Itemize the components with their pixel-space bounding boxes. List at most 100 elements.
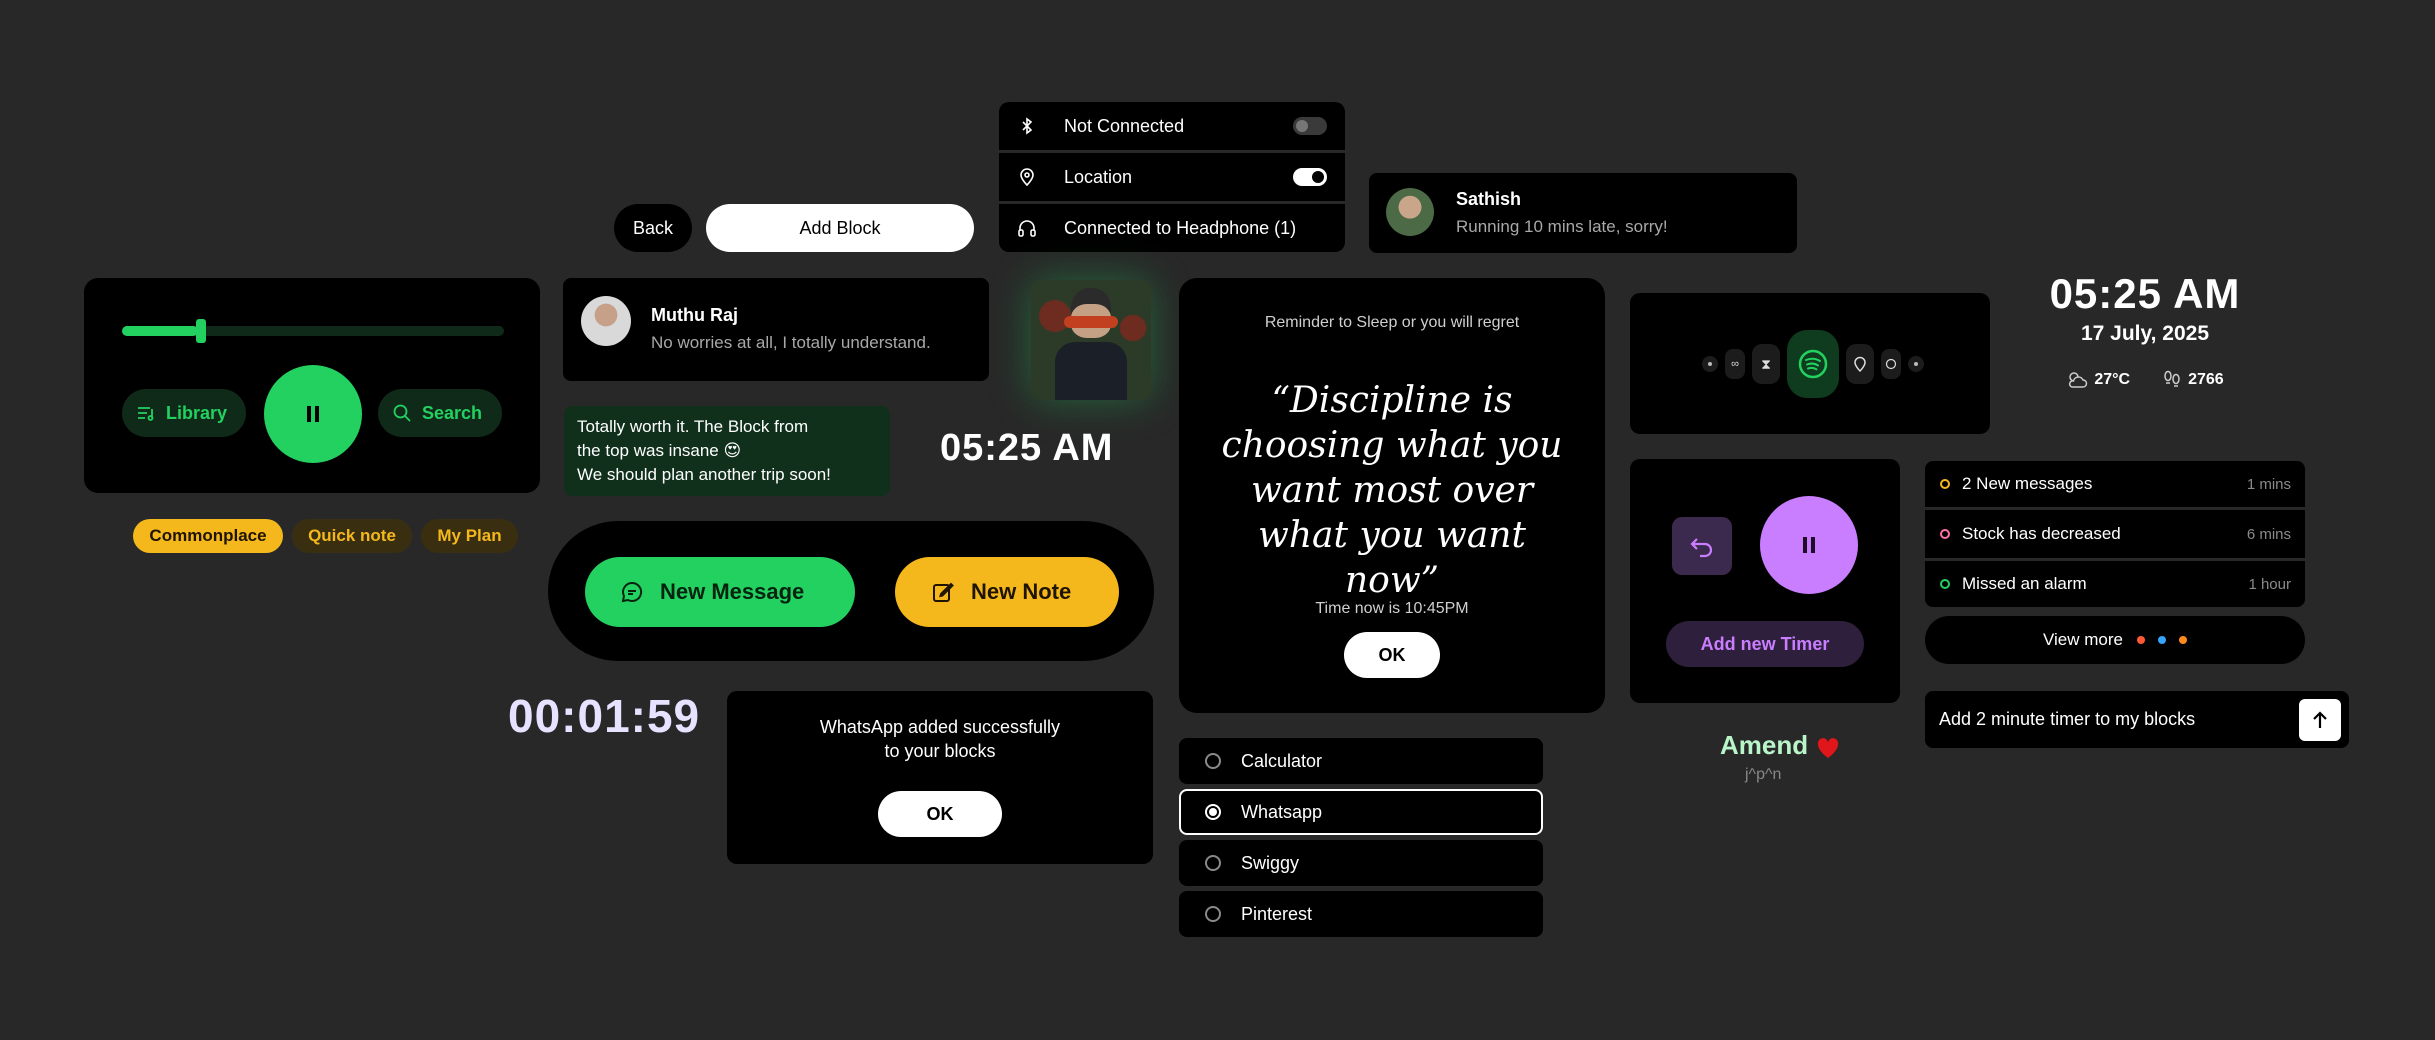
app-option-swiggy[interactable]: Swiggy: [1179, 840, 1543, 886]
quote-text: “Discipline is choosing what you want mo…: [1221, 380, 1563, 601]
tag-commonplace[interactable]: Commonplace: [133, 519, 283, 553]
search-icon: [392, 403, 412, 423]
amend-subtitle: j^p^n: [1745, 766, 1782, 783]
clock-date: 17 July, 2025: [2080, 322, 2210, 345]
headphone-row[interactable]: Connected to Headphone (1): [999, 204, 1345, 252]
note-line-1: Totally worth it. The Block from: [577, 417, 809, 436]
radio-icon: [1205, 906, 1221, 922]
weather-icon: [2066, 370, 2088, 390]
back-button[interactable]: Back: [614, 204, 692, 252]
tag-my-plan[interactable]: My Plan: [421, 519, 518, 553]
clock-large: 05:25 AM 17 July, 2025 27°C 2766: [2030, 270, 2260, 390]
new-note-label: New Note: [971, 579, 1072, 604]
list-item[interactable]: 2 New messages 1 mins: [1925, 461, 2305, 507]
location-toggle[interactable]: [1293, 168, 1327, 186]
headphone-icon: [1017, 218, 1037, 238]
sender-name: Muthu Raj: [651, 305, 738, 325]
notification-message: Running 10 mins late, sorry!: [1456, 217, 1668, 236]
list-item[interactable]: Stock has decreased 6 mins: [1925, 510, 2305, 558]
location-pin-icon: [1017, 167, 1037, 187]
app-option-calculator[interactable]: Calculator: [1179, 738, 1543, 784]
connectivity-panel: Not Connected Location Connected to Head…: [999, 102, 1345, 252]
note-line-2: the top was insane 😍: [577, 441, 742, 460]
notification-time: 6 mins: [2246, 525, 2291, 543]
location-row[interactable]: Location: [999, 153, 1345, 201]
prompt-input[interactable]: Add 2 minute timer to my blocks: [1939, 709, 2299, 730]
message-card[interactable]: Muthu Raj No worries at all, I totally u…: [563, 278, 989, 381]
green-note: Totally worth it. The Block from the top…: [564, 406, 890, 496]
reminder-header: Reminder to Sleep or you will regret: [1264, 314, 1520, 331]
list-item[interactable]: Missed an alarm 1 hour: [1925, 561, 2305, 607]
hourglass-icon[interactable]: ⧗: [1752, 344, 1780, 384]
prompt-input-bar: Add 2 minute timer to my blocks: [1925, 691, 2349, 748]
timer-card: Add new Timer: [1630, 459, 1900, 703]
profile-photo: [1031, 280, 1151, 400]
music-player: Library Search: [84, 278, 540, 493]
library-button[interactable]: Library: [122, 389, 246, 437]
reminder-card: Reminder to Sleep or you will regret “Di…: [1179, 278, 1605, 713]
heart-icon: [1816, 737, 1840, 759]
radio-selected-icon: [1205, 804, 1221, 820]
ok-button[interactable]: OK: [878, 791, 1002, 837]
bluetooth-row[interactable]: Not Connected: [999, 102, 1345, 150]
pause-button[interactable]: [264, 365, 362, 463]
view-more-button[interactable]: View more: [1925, 616, 2305, 664]
bluetooth-icon: [1017, 116, 1037, 136]
add-block-button[interactable]: Add Block: [706, 204, 974, 252]
stopwatch: 00:01:59: [508, 690, 701, 742]
app-option-label: Whatsapp: [1241, 801, 1323, 822]
new-message-button[interactable]: New Message: [585, 557, 855, 627]
app-option-pinterest[interactable]: Pinterest: [1179, 891, 1543, 937]
note-line-3: We should plan another trip soon!: [577, 465, 831, 484]
edit-icon: [931, 580, 955, 604]
notification-time: 1 hour: [2248, 575, 2291, 593]
search-button[interactable]: Search: [378, 389, 502, 437]
whatsapp-dialog: WhatsApp added successfully to your bloc…: [727, 691, 1153, 864]
dot-icon: [2137, 636, 2145, 644]
clock-small: 05:25 AM: [940, 427, 1114, 469]
pause-button[interactable]: [1760, 496, 1858, 594]
app-option-label: Swiggy: [1241, 852, 1300, 873]
undo-icon: [1689, 534, 1715, 558]
new-note-button[interactable]: New Note: [895, 557, 1119, 627]
radio-icon: [1205, 855, 1221, 871]
library-icon: [136, 403, 156, 423]
dot-icon: [2158, 636, 2166, 644]
dot-icon: [2179, 636, 2187, 644]
dot-icon[interactable]: [1702, 356, 1718, 372]
amend-title: Amend: [1720, 730, 1809, 760]
notification-label: 2 New messages: [1962, 474, 2093, 493]
library-label: Library: [166, 402, 228, 423]
temperature: 27°C: [2094, 371, 2131, 388]
spotify-icon[interactable]: [1787, 330, 1839, 398]
headphone-label: Connected to Headphone (1): [1064, 218, 1297, 238]
progress-handle[interactable]: [196, 319, 207, 343]
app-option-label: Calculator: [1241, 750, 1323, 771]
add-timer-button[interactable]: Add new Timer: [1666, 621, 1864, 667]
location-label: Location: [1064, 167, 1133, 187]
view-more-label: View more: [2043, 630, 2123, 649]
infinity-icon[interactable]: ∞: [1725, 349, 1745, 379]
new-message-label: New Message: [660, 579, 805, 604]
status-dot: [1940, 529, 1950, 539]
bluetooth-toggle[interactable]: [1293, 117, 1327, 135]
notification-card[interactable]: Sathish Running 10 mins late, sorry!: [1369, 173, 1797, 253]
action-buttons-panel: New Message New Note: [548, 521, 1154, 661]
whatsapp-icon[interactable]: [1881, 349, 1901, 379]
send-button[interactable]: [2299, 698, 2341, 741]
progress-track[interactable]: [122, 319, 504, 343]
search-label: Search: [422, 402, 483, 423]
status-dot: [1940, 579, 1950, 589]
app-dock: ∞ ⧗: [1630, 293, 1990, 434]
progress-fill: [122, 326, 199, 336]
undo-button[interactable]: [1672, 517, 1732, 575]
time-now-text: Time now is 10:45PM: [1315, 600, 1469, 617]
tag-quick-note[interactable]: Quick note: [292, 519, 412, 553]
dot-icon[interactable]: [1908, 356, 1924, 372]
location-icon[interactable]: [1846, 344, 1874, 384]
app-option-whatsapp[interactable]: Whatsapp: [1179, 789, 1543, 835]
arrow-up-icon: [2311, 710, 2329, 730]
amend-logo: Amend: [1720, 730, 1840, 761]
clock-time: 05:25 AM: [2049, 270, 2241, 317]
ok-button[interactable]: OK: [1344, 632, 1440, 678]
